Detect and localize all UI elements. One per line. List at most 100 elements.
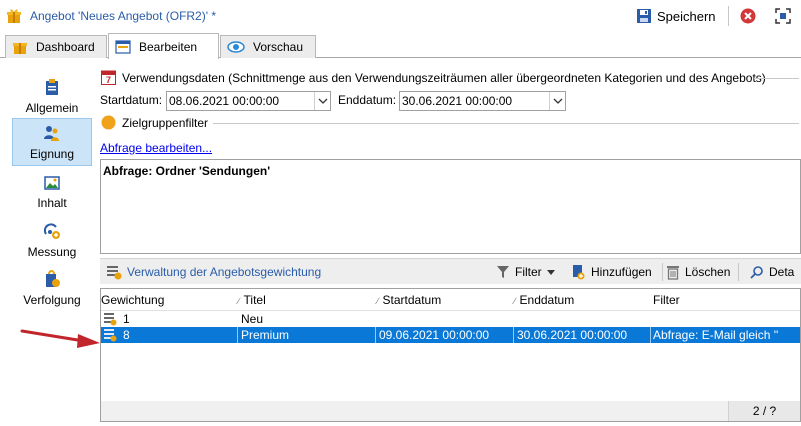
- people-icon: [44, 125, 59, 141]
- gift-icon: [13, 43, 27, 54]
- maximize-icon[interactable]: [775, 8, 791, 24]
- group-divider: [213, 123, 799, 124]
- add-button[interactable]: Hinzufügen: [570, 263, 652, 281]
- tab-vorschau[interactable]: Vorschau: [220, 35, 316, 58]
- column-divider: [650, 327, 651, 343]
- save-button[interactable]: Speichern: [636, 4, 716, 28]
- floppy-disk-icon: [637, 9, 651, 23]
- cell-weight: 1: [123, 312, 130, 326]
- tab-label: Bearbeiten: [139, 39, 198, 54]
- weighting-title: Verwaltung der Angebotsgewichtung: [106, 263, 321, 281]
- column-header-title[interactable]: ∕ Titel: [238, 293, 266, 307]
- filter-button[interactable]: Filter: [496, 263, 555, 281]
- chevron-down-icon[interactable]: [549, 92, 565, 110]
- cell-filter: Abfrage: E-Mail gleich '': [653, 328, 779, 342]
- weighting-list-icon: [107, 266, 122, 280]
- sidebar-item-allgemein[interactable]: Allgemein: [12, 72, 92, 120]
- table-row-selected[interactable]: 8 Premium 09.06.2021 00:00:00 30.06.2021…: [101, 327, 800, 343]
- sidebar-item-label: Verfolgung: [23, 292, 81, 307]
- circle-icon: [101, 115, 116, 130]
- sidebar-item-inhalt[interactable]: Inhalt: [12, 168, 92, 216]
- column-header-filter[interactable]: Filter: [653, 293, 680, 307]
- query-summary: Abfrage: Ordner 'Sendungen': [100, 159, 801, 254]
- measure-icon: [43, 222, 60, 239]
- trash-icon: [667, 266, 679, 280]
- cell-end: 30.06.2021 00:00:00: [517, 328, 628, 342]
- weighting-row-icon: [104, 329, 117, 342]
- form-icon: [115, 39, 131, 54]
- query-text: Abfrage: Ordner 'Sendungen': [103, 164, 271, 178]
- end-date-field[interactable]: 30.06.2021 00:00:00: [399, 91, 566, 111]
- tab-bearbeiten[interactable]: Bearbeiten: [108, 33, 219, 59]
- main-panel: 7 Verwendungsdaten (Schnittmenge aus den…: [96, 58, 801, 426]
- detail-label: Deta: [769, 265, 795, 279]
- sort-icon: ∕: [238, 296, 240, 306]
- chevron-down-icon[interactable]: [314, 92, 330, 110]
- filter-label: Filter: [515, 265, 542, 279]
- table-header: Gewichtung ∕ Titel ∕ Startdatum ∕ Enddatum …: [101, 289, 800, 311]
- usage-dates-title: Verwendungsdaten (Schnittmenge aus den V…: [122, 70, 766, 85]
- weighting-title-label: Verwaltung der Angebotsgewichtung: [127, 265, 322, 279]
- tab-label: Vorschau: [253, 40, 304, 54]
- start-date-field[interactable]: 08.06.2021 00:00:00: [166, 91, 331, 111]
- column-divider: [375, 327, 376, 343]
- table-row[interactable]: 1 Neu: [101, 311, 800, 327]
- close-icon[interactable]: [740, 8, 756, 24]
- start-date-value: 08.06.2021 00:00:00: [169, 94, 280, 108]
- column-divider: [237, 327, 238, 343]
- column-header-end[interactable]: ∕ Enddatum: [514, 293, 574, 307]
- target-filter-title: Zielgruppenfilter: [122, 115, 209, 130]
- window-title: Angebot 'Neues Angebot (OFR2)' *: [30, 9, 217, 23]
- save-label: Speichern: [657, 8, 716, 24]
- edit-query-link[interactable]: Abfrage bearbeiten...: [100, 141, 212, 155]
- cell-start: 09.06.2021 00:00:00: [379, 328, 490, 342]
- column-header-weighting[interactable]: Gewichtung: [101, 293, 164, 307]
- sidebar-item-label: Inhalt: [37, 195, 67, 210]
- tab-dashboard[interactable]: Dashboard: [5, 35, 107, 58]
- tab-bar: Dashboard Bearbeiten Vorschau: [0, 32, 801, 59]
- sidebar-item-messung[interactable]: Messung: [12, 216, 92, 264]
- funnel-icon: [497, 266, 509, 278]
- column-divider: [513, 327, 514, 343]
- sort-icon: ∕: [377, 296, 379, 306]
- red-arrow-icon: [20, 329, 100, 348]
- sidebar-item-label: Eignung: [29, 146, 75, 161]
- add-label: Hinzufügen: [591, 265, 652, 279]
- tracking-icon: [46, 269, 60, 287]
- sidebar-item-eignung[interactable]: Eignung: [12, 118, 92, 166]
- cell-weight: 8: [123, 328, 130, 342]
- target-filter-header: Zielgruppenfilter: [101, 115, 208, 130]
- tab-label: Dashboard: [36, 40, 95, 54]
- group-divider: [754, 78, 799, 79]
- cell-title: Neu: [241, 312, 264, 326]
- picture-icon: [44, 175, 60, 190]
- end-date-value: 30.06.2021 00:00:00: [402, 94, 513, 108]
- search-icon: [750, 266, 763, 279]
- pager-label: 2 / ?: [752, 404, 777, 418]
- sort-icon: ∕: [514, 296, 516, 306]
- delete-button[interactable]: Löschen: [666, 263, 730, 281]
- weighting-toolbar: Verwaltung der Angebotsgewichtung Filter…: [100, 258, 801, 284]
- delete-label: Löschen: [685, 265, 731, 279]
- weighting-table: Gewichtung ∕ Titel ∕ Startdatum ∕ Enddatum …: [100, 288, 801, 422]
- sidebar: Allgemein Eignung Inhalt Messung Verfolg…: [0, 58, 96, 426]
- title-bar: Angebot 'Neues Angebot (OFR2)' * Speiche…: [0, 0, 801, 32]
- start-date-label: Startdatum:: [100, 93, 163, 107]
- end-date-label: Enddatum:: [338, 93, 397, 107]
- sidebar-item-verfolgung[interactable]: Verfolgung: [12, 264, 92, 312]
- sidebar-item-label: Allgemein: [25, 100, 79, 115]
- usage-dates-header: 7 Verwendungsdaten (Schnittmenge aus den…: [101, 70, 766, 85]
- toolbar-separator: [662, 263, 663, 281]
- calendar-icon: 7: [101, 70, 116, 85]
- add-document-icon: [573, 265, 585, 280]
- detail-button[interactable]: Deta: [750, 263, 794, 281]
- calendar-day: 7: [106, 75, 111, 85]
- horizontal-scrollbar[interactable]: [101, 401, 728, 421]
- clipboard-icon: [46, 78, 58, 95]
- column-header-start[interactable]: ∕ Startdatum: [377, 293, 441, 307]
- weighting-row-icon: [104, 313, 117, 326]
- gift-icon: [7, 9, 21, 23]
- eye-icon: [227, 41, 245, 53]
- toolbar-separator: [728, 6, 729, 26]
- dropdown-arrow-icon: [546, 269, 555, 275]
